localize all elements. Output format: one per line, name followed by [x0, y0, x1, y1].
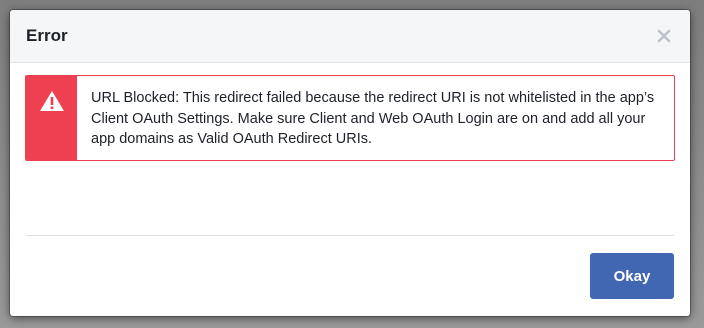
error-alert: URL Blocked: This redirect failed becaus… [25, 75, 675, 161]
okay-button[interactable]: Okay [590, 253, 674, 299]
alert-accent-bar [26, 76, 77, 160]
close-icon[interactable] [654, 26, 674, 46]
footer-divider [26, 235, 674, 236]
dialog-header: Error [10, 10, 690, 63]
dialog-title: Error [26, 26, 68, 45]
warning-icon [39, 90, 65, 112]
error-dialog: Error URL Blocked: This redirect failed … [10, 10, 690, 316]
alert-message: URL Blocked: This redirect failed becaus… [91, 90, 655, 147]
